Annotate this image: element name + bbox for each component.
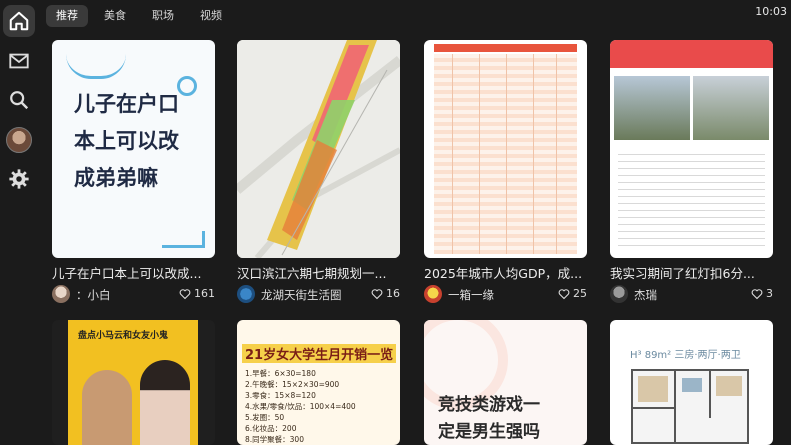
tab-career[interactable]: 职场 [142, 5, 184, 27]
map-image [237, 40, 400, 258]
thumbnail-line: 本上可以改 [74, 129, 179, 153]
like-count: 16 [386, 287, 400, 300]
heart-icon [179, 288, 191, 299]
search-icon [10, 91, 29, 110]
heart-icon [751, 288, 763, 299]
card-meta: 一箱一缘 25 [424, 285, 587, 305]
decoration [162, 231, 205, 248]
table-divider [506, 54, 507, 254]
table-divider [556, 54, 557, 254]
like-count: 25 [573, 287, 587, 300]
thumbnail-line: 6.化妆品：200 [245, 424, 297, 433]
tab-recommend[interactable]: 推荐 [46, 5, 88, 27]
card-title[interactable]: 2025年城市人均GDP，成... [424, 263, 587, 282]
person-photo [140, 360, 190, 445]
screenshot-header [610, 40, 773, 68]
thumbnail-line: 1.早餐：6×30=180 [245, 369, 316, 378]
thumbnail-text: 盘点小马云和女友小鬼 [78, 331, 169, 341]
decoration [66, 54, 126, 79]
card-thumbnail[interactable] [424, 40, 587, 258]
table-divider [533, 54, 534, 254]
card-title[interactable]: 儿子在户口本上可以改成... [52, 263, 215, 282]
like-button[interactable]: 161 [179, 287, 215, 300]
road-photo [614, 76, 690, 140]
tab-video[interactable]: 视频 [190, 5, 232, 27]
thumbnail-line: 3.零食：15×8=120 [245, 391, 316, 400]
card-thumbnail[interactable]: 儿子在户口 本上可以改 成弟弟嘛 [52, 40, 215, 258]
messages-button[interactable] [3, 45, 35, 77]
card-thumbnail[interactable]: 竞技类游戏一 定是男生强吗 [424, 320, 587, 445]
search-button[interactable] [3, 84, 35, 116]
home-icon [9, 11, 29, 31]
heart-icon [558, 288, 570, 299]
thumbnail-line: 2.午晚餐：15×2×30=900 [245, 380, 340, 389]
author-name[interactable]: 杰瑞 [634, 287, 657, 303]
thumbnail-heading: 21岁女大学生月开销一览 [242, 344, 397, 363]
thumbnail-text: H³ 89m² 三房·两厅·两卫 [630, 350, 741, 361]
author-avatar[interactable] [52, 285, 70, 303]
like-button[interactable]: 16 [371, 287, 400, 300]
table-divider [452, 54, 453, 254]
like-button[interactable]: 25 [558, 287, 587, 300]
card-thumbnail[interactable]: H³ 89m² 三房·两厅·两卫 [610, 320, 773, 445]
road-photo [693, 76, 769, 140]
screenshot-text [618, 148, 765, 248]
person-photo [82, 370, 132, 445]
thumbnail-line: 8.同学聚餐：300 [245, 435, 304, 444]
like-button[interactable]: 3 [751, 287, 773, 300]
card-meta: 杰瑞 3 [610, 285, 773, 305]
like-count: 3 [766, 287, 773, 300]
card-title[interactable]: 我实习期间了红灯扣6分... [610, 263, 773, 282]
thumbnail-line: 5.发圈：50 [245, 413, 285, 422]
card-meta: ：小白 161 [52, 285, 215, 305]
avatar [6, 127, 32, 153]
heart-icon [371, 288, 383, 299]
thumbnail-text: 儿子在户口 本上可以改 成弟弟嘛 [74, 86, 204, 197]
author-name[interactable]: ：小白 [76, 287, 111, 303]
table-header [434, 44, 577, 52]
status-time: 10:03 [755, 5, 787, 18]
card-thumbnail[interactable] [610, 40, 773, 258]
thumbnail-line: 4.水果/零食/饮品：100×4=400 [245, 402, 356, 411]
mail-icon [9, 53, 29, 69]
home-button[interactable] [3, 5, 35, 37]
settings-button[interactable] [3, 163, 35, 195]
author-name[interactable]: 一箱一缘 [448, 287, 494, 303]
card-title[interactable]: 汉口滨江六期七期规划一... [237, 263, 400, 282]
gear-icon [9, 169, 29, 189]
author-avatar[interactable] [610, 285, 628, 303]
card-thumbnail[interactable]: 21岁女大学生月开销一览 1.早餐：6×30=180 2.午晚餐：15×2×30… [237, 320, 400, 445]
thumbnail-line: 成弟弟嘛 [74, 166, 158, 190]
thumbnail-line: 定是男生强吗 [438, 422, 540, 442]
thumbnail-text: 竞技类游戏一 定是男生强吗 [438, 392, 578, 445]
tab-food[interactable]: 美食 [94, 5, 136, 27]
profile-button[interactable] [3, 124, 35, 156]
floorplan-image [631, 369, 749, 444]
card-thumbnail[interactable] [237, 40, 400, 258]
author-name[interactable]: 龙湖天街生活圈 [261, 287, 342, 303]
table-divider [479, 54, 480, 254]
author-avatar[interactable] [237, 285, 255, 303]
card-thumbnail[interactable]: 盘点小马云和女友小鬼 [52, 320, 215, 445]
category-tabs: 推荐 美食 职场 视频 [46, 5, 232, 27]
author-avatar[interactable] [424, 285, 442, 303]
thumbnail-line: 竞技类游戏一 [438, 395, 540, 415]
sidebar [0, 0, 38, 445]
thumbnail-line: 儿子在户口 [74, 92, 179, 116]
card-meta: 龙湖天街生活圈 16 [237, 285, 400, 305]
like-count: 161 [194, 287, 215, 300]
